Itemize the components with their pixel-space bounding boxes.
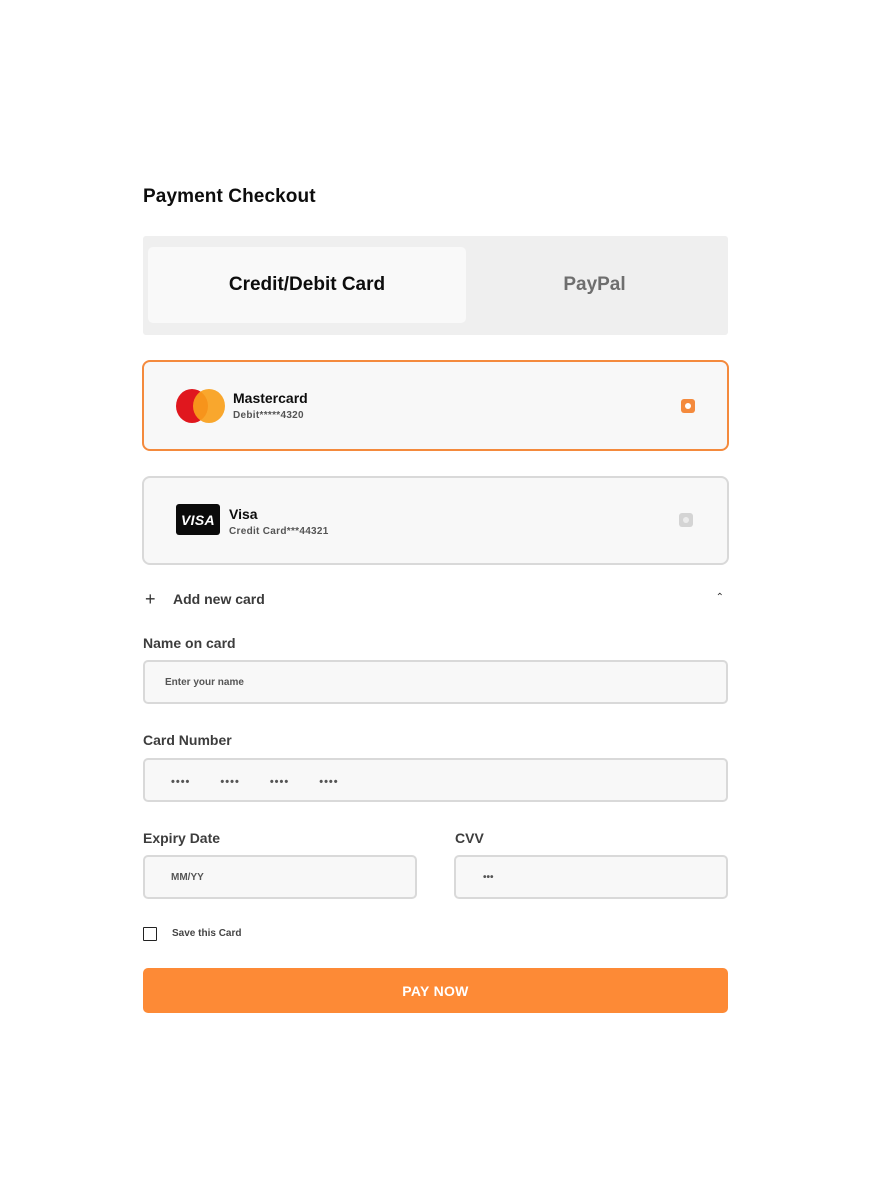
expiry-date-input[interactable] [171,857,415,897]
tab-credit-debit-card[interactable]: Credit/Debit Card [148,247,466,323]
page-title: Payment Checkout [143,186,316,207]
payment-method-tabs: Credit/Debit Card PayPal [143,236,728,335]
chevron-up-icon[interactable]: ⌃ [716,592,724,603]
card-detail: Debit*****4320 [233,410,304,421]
expiry-date-field [143,855,417,899]
card-number-group: •••• [220,776,240,788]
card-number-group: •••• [319,776,339,788]
plus-icon: + [145,589,156,609]
card-detail: Credit Card***44321 [229,526,329,537]
pay-now-button[interactable]: PAY NOW [143,968,728,1013]
saved-card-mastercard[interactable]: Mastercard Debit*****4320 [142,360,729,451]
expiry-date-label: Expiry Date [143,830,221,846]
checkout-page: Payment Checkout Credit/Debit Card PayPa… [0,0,871,1200]
cvv-label: CVV [455,830,484,846]
name-on-card-label: Name on card [143,635,236,651]
name-on-card-input[interactable] [165,662,726,702]
card-number-group: •••• [171,776,191,788]
visa-logo-icon: VISA [176,504,220,535]
card-brand: Visa [229,506,258,522]
card-number-group: •••• [269,776,290,788]
card-select-radio[interactable] [681,399,695,413]
mastercard-logo-icon [176,389,225,423]
tab-paypal[interactable]: PayPal [466,247,723,323]
add-new-card-label: Add new card [173,591,265,607]
card-number-label: Card Number [143,732,232,748]
name-on-card-field [143,660,728,704]
save-card-label: Save this Card [172,928,242,939]
card-number-input[interactable]: •••• •••• •••• •••• [143,758,728,802]
add-new-card-toggle[interactable]: + Add new card ⌃ [143,588,728,612]
cvv-input[interactable] [483,857,726,897]
saved-card-visa[interactable]: VISA Visa Credit Card***44321 [142,476,729,565]
card-number-placeholder: •••• •••• •••• •••• [171,776,339,788]
cvv-field [454,855,728,899]
card-select-radio[interactable] [679,513,693,527]
card-brand: Mastercard [233,390,308,406]
save-card-checkbox[interactable] [143,927,157,941]
